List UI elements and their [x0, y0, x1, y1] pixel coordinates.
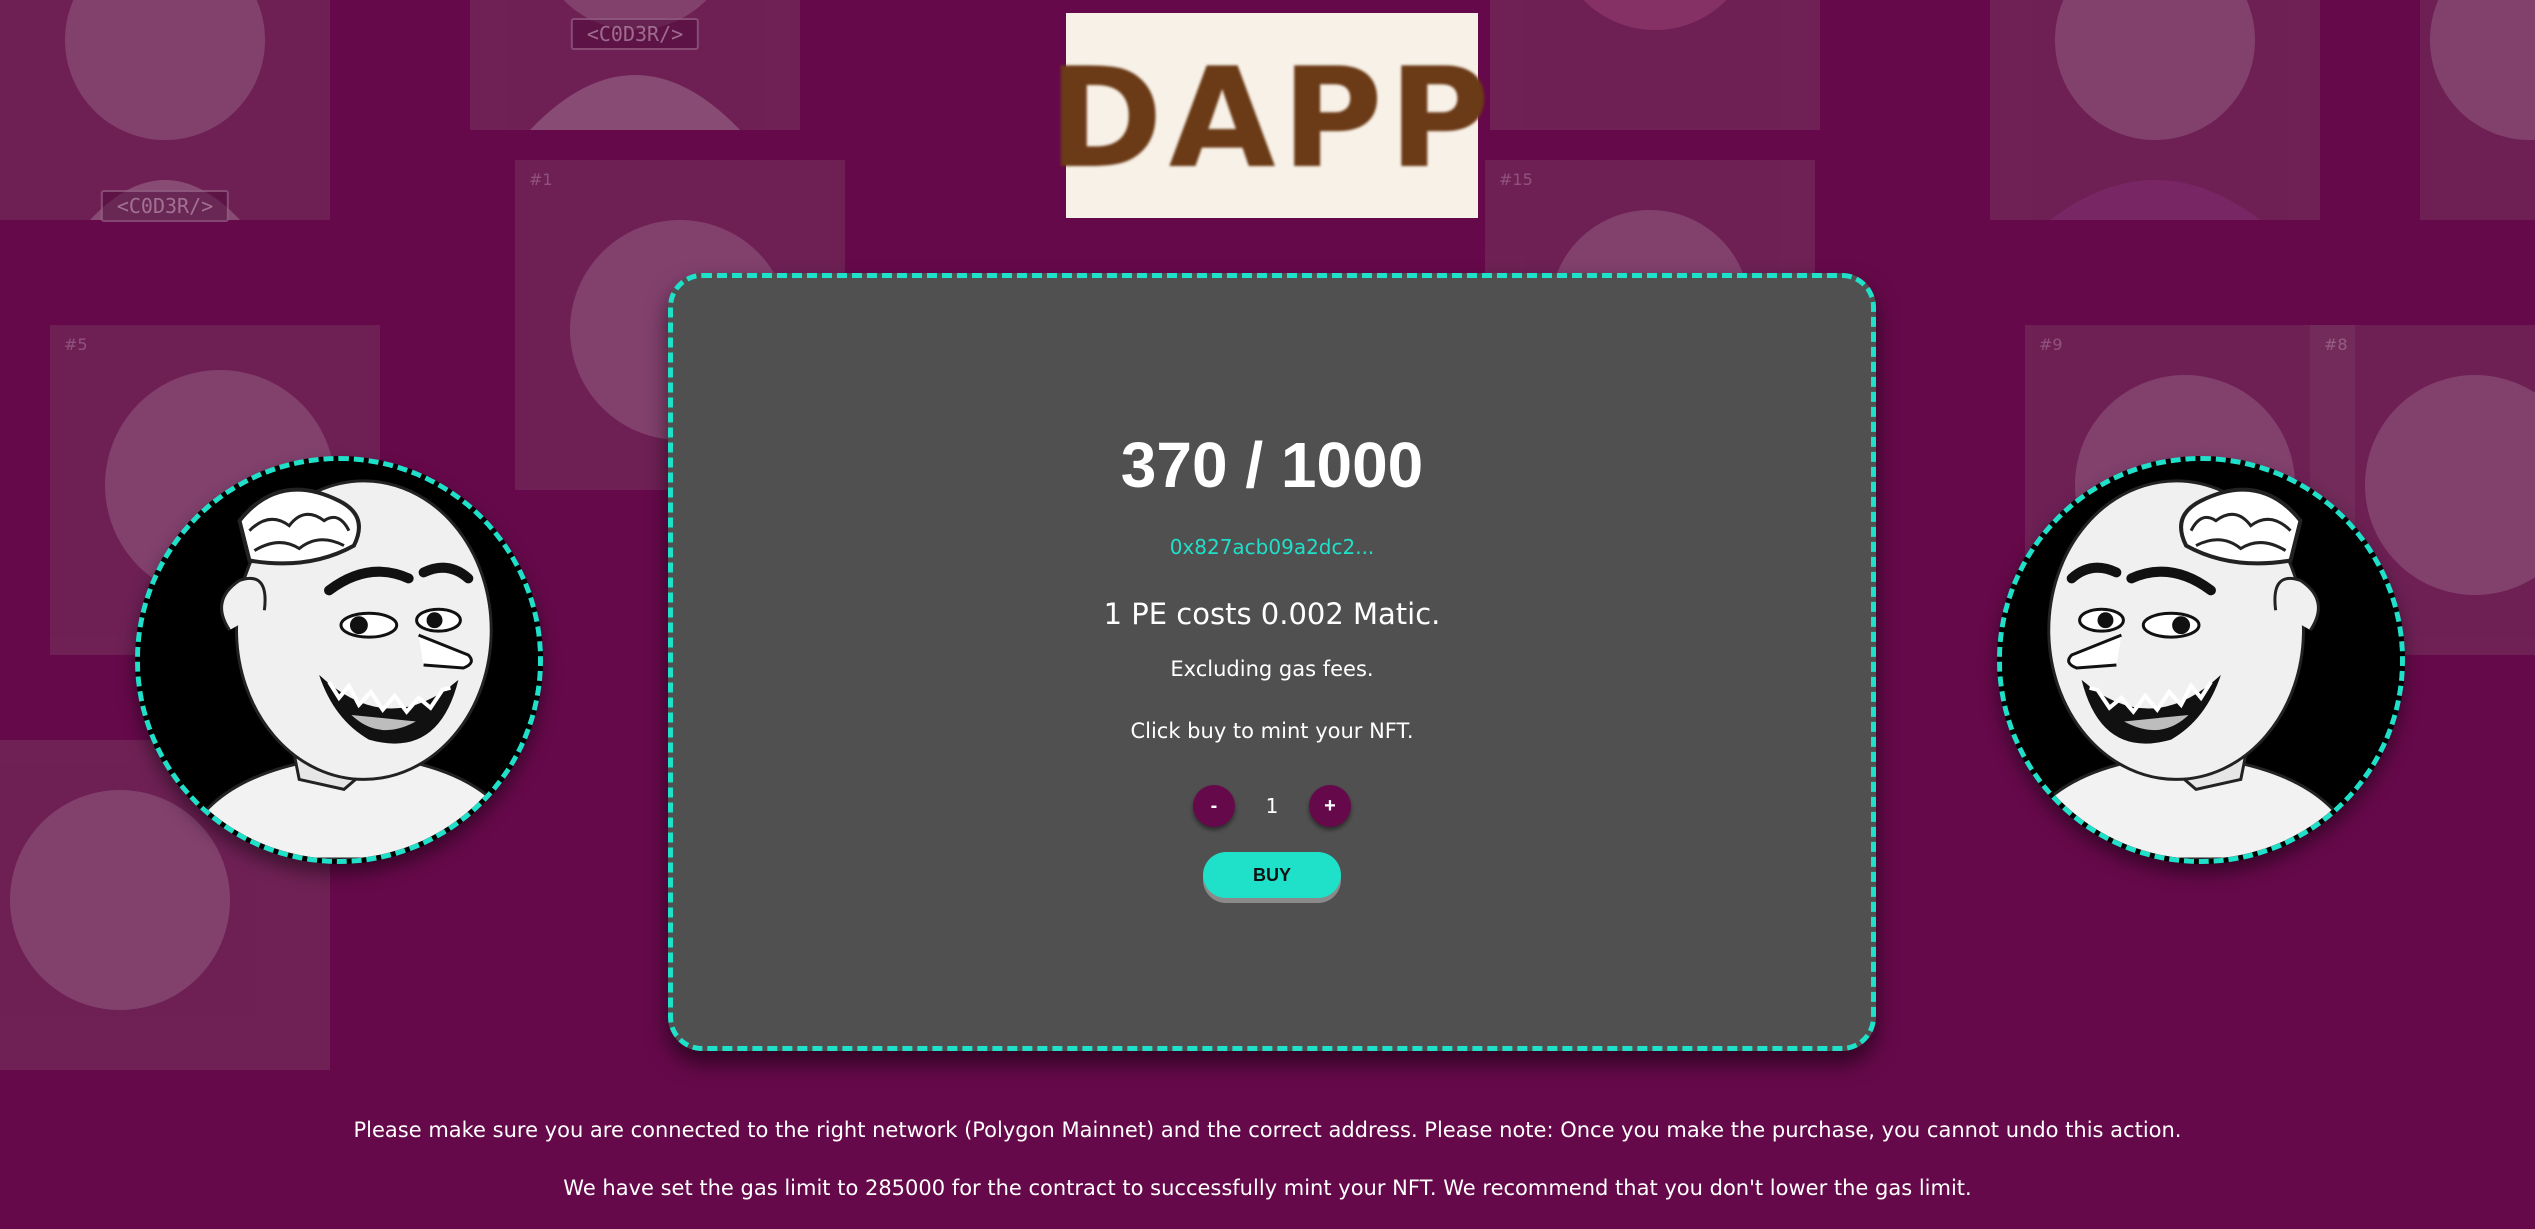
bg-tag: <C0D3R/>	[100, 190, 230, 222]
bg-character-tile	[1490, 0, 1820, 130]
dapp-logo: DAPP	[1048, 13, 1490, 218]
bg-character-tile	[2420, 0, 2535, 220]
quantity-value: 1	[1265, 794, 1279, 818]
price-text: 1 PE costs 0.002 Matic.	[1103, 597, 1441, 631]
bg-tag: <C0D3R/>	[570, 18, 700, 50]
increment-quantity-button[interactable]: +	[1309, 785, 1351, 827]
mint-card: 370 / 1000 0x827acb09a2dc2... 1 PE costs…	[668, 273, 1876, 1051]
network-warning-note: Please make sure you are connected to th…	[353, 1118, 2182, 1142]
bg-number: #5	[64, 335, 88, 354]
quantity-stepper: - 1 +	[1193, 785, 1351, 827]
bg-number: #1	[529, 170, 553, 189]
contract-address-link[interactable]: 0x827acb09a2dc2...	[1170, 535, 1375, 559]
decrement-quantity-button[interactable]: -	[1193, 785, 1235, 827]
bg-character-tile: <C0D3R/>	[470, 0, 800, 130]
minted-supply-count: 370 / 1000	[1120, 429, 1424, 501]
buy-button[interactable]: BUY	[1203, 852, 1341, 898]
logo-text: DAPP	[1048, 37, 1496, 199]
grinning-character-icon	[2002, 461, 2400, 859]
grinning-character-icon	[140, 461, 538, 859]
bg-number: #8	[2324, 335, 2348, 354]
mint-instruction: Click buy to mint your NFT.	[1130, 719, 1414, 743]
bg-character-tile: <C0D3R/>	[0, 0, 330, 222]
mint-card-content: 370 / 1000 0x827acb09a2dc2... 1 PE costs…	[673, 433, 1871, 898]
character-avatar-left	[135, 456, 543, 864]
gas-limit-note: We have set the gas limit to 285000 for …	[563, 1176, 1972, 1200]
gas-fee-note: Excluding gas fees.	[1170, 657, 1374, 681]
bg-number: #9	[2039, 335, 2063, 354]
bg-character-tile	[1990, 0, 2320, 220]
bg-number: #15	[1499, 170, 1533, 189]
character-avatar-right	[1997, 456, 2405, 864]
